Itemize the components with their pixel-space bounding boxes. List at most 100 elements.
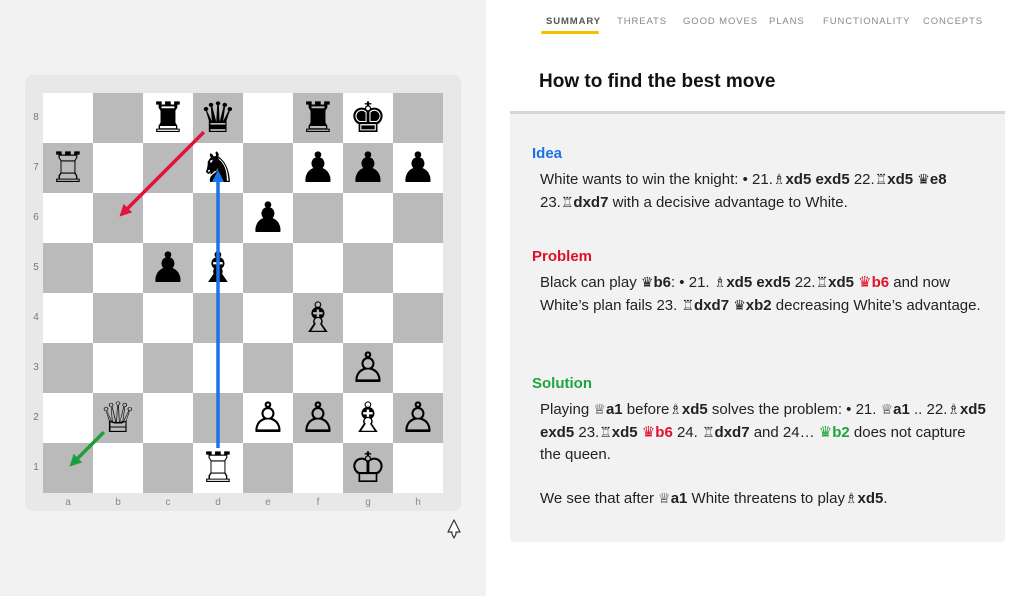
black-pawn-icon[interactable]: ♟ <box>349 147 387 189</box>
square-g4[interactable] <box>343 293 393 343</box>
square-a3[interactable] <box>43 343 93 393</box>
black-pawn-icon[interactable]: ♟ <box>249 197 287 239</box>
square-f5[interactable] <box>293 243 343 293</box>
square-g8[interactable]: ♚ <box>343 93 393 143</box>
square-g7[interactable]: ♟ <box>343 143 393 193</box>
square-b6[interactable] <box>93 193 143 243</box>
square-h6[interactable] <box>393 193 443 243</box>
square-b5[interactable] <box>93 243 143 293</box>
tab-threats[interactable]: THREATS <box>617 16 667 27</box>
square-c5[interactable]: ♟ <box>143 243 193 293</box>
file-label: e <box>265 497 271 508</box>
flip-board-icon[interactable] <box>446 519 462 539</box>
black-queen-icon[interactable]: ♛ <box>199 97 237 139</box>
square-h1[interactable] <box>393 443 443 493</box>
square-f8[interactable]: ♜ <box>293 93 343 143</box>
square-f2[interactable]: ♙ <box>293 393 343 443</box>
square-h5[interactable] <box>393 243 443 293</box>
move-notation: dxd7 <box>714 423 750 441</box>
move-notation: xd5 <box>726 274 753 291</box>
chess-board[interactable]: ♜ ♛ ♜ ♚ ♖ ♞ ♟ ♟ ♟ ♟ ♟ ♝ ♗ ♙ ♕ ♙ ♙ ♗ ♙ ♖ ♔ <box>43 93 443 493</box>
square-h7[interactable]: ♟ <box>393 143 443 193</box>
square-e7[interactable] <box>243 143 293 193</box>
tab-concepts[interactable]: CONCEPTS <box>923 16 983 27</box>
square-d2[interactable] <box>193 393 243 443</box>
black-rook-icon[interactable]: ♜ <box>299 97 337 139</box>
white-bishop-icon[interactable]: ♗ <box>299 297 337 339</box>
square-d5[interactable]: ♝ <box>193 243 243 293</box>
square-e1[interactable] <box>243 443 293 493</box>
square-d4[interactable] <box>193 293 243 343</box>
square-d6[interactable] <box>193 193 243 243</box>
active-tab-indicator <box>541 31 599 34</box>
square-f3[interactable] <box>293 343 343 393</box>
square-a2[interactable] <box>43 393 93 443</box>
white-queen-icon[interactable]: ♕ <box>99 397 137 439</box>
square-g1[interactable]: ♔ <box>343 443 393 493</box>
square-b2[interactable]: ♕ <box>93 393 143 443</box>
square-h2[interactable]: ♙ <box>393 393 443 443</box>
square-a7[interactable]: ♖ <box>43 143 93 193</box>
square-g3[interactable]: ♙ <box>343 343 393 393</box>
square-g5[interactable] <box>343 243 393 293</box>
square-c1[interactable] <box>143 443 193 493</box>
square-d7[interactable]: ♞ <box>193 143 243 193</box>
square-a6[interactable] <box>43 193 93 243</box>
square-h4[interactable] <box>393 293 443 343</box>
square-e8[interactable] <box>243 93 293 143</box>
piece-figurine-icon: ♖ <box>560 194 574 211</box>
white-rook-icon[interactable]: ♖ <box>199 447 237 489</box>
tab-functionality[interactable]: FUNCTIONALITY <box>823 16 910 27</box>
square-b1[interactable] <box>93 443 143 493</box>
square-a4[interactable] <box>43 293 93 343</box>
black-rook-icon[interactable]: ♜ <box>149 97 187 139</box>
white-bishop-icon[interactable]: ♗ <box>349 397 387 439</box>
square-f1[interactable] <box>293 443 343 493</box>
white-rook-icon[interactable]: ♖ <box>49 147 87 189</box>
square-b3[interactable] <box>93 343 143 393</box>
square-a8[interactable] <box>43 93 93 143</box>
square-g2[interactable]: ♗ <box>343 393 393 443</box>
tab-good-moves[interactable]: GOOD MOVES <box>683 16 758 27</box>
tab-plans[interactable]: PLANS <box>769 16 805 27</box>
square-d8[interactable]: ♛ <box>193 93 243 143</box>
square-e2[interactable]: ♙ <box>243 393 293 443</box>
square-b7[interactable] <box>93 143 143 193</box>
square-c6[interactable] <box>143 193 193 243</box>
white-king-icon[interactable]: ♔ <box>349 447 387 489</box>
square-c4[interactable] <box>143 293 193 343</box>
square-f7[interactable]: ♟ <box>293 143 343 193</box>
square-e3[interactable] <box>243 343 293 393</box>
black-bishop-icon[interactable]: ♝ <box>199 247 237 289</box>
move-notation: e8 <box>929 171 947 188</box>
square-e4[interactable] <box>243 293 293 343</box>
square-f6[interactable] <box>293 193 343 243</box>
square-b4[interactable] <box>93 293 143 343</box>
white-pawn-icon[interactable]: ♙ <box>399 397 437 439</box>
square-b8[interactable] <box>93 93 143 143</box>
square-e5[interactable] <box>243 243 293 293</box>
black-pawn-icon[interactable]: ♟ <box>399 147 437 189</box>
square-a1[interactable] <box>43 443 93 493</box>
white-pawn-icon[interactable]: ♙ <box>299 397 337 439</box>
square-d1[interactable]: ♖ <box>193 443 243 493</box>
square-h8[interactable] <box>393 93 443 143</box>
black-pawn-icon[interactable]: ♟ <box>149 247 187 289</box>
square-a5[interactable] <box>43 243 93 293</box>
white-pawn-icon[interactable]: ♙ <box>349 347 387 389</box>
square-c8[interactable]: ♜ <box>143 93 193 143</box>
square-c3[interactable] <box>143 343 193 393</box>
square-c2[interactable] <box>143 393 193 443</box>
black-knight-icon[interactable]: ♞ <box>199 147 237 189</box>
square-h3[interactable] <box>393 343 443 393</box>
square-c7[interactable] <box>143 143 193 193</box>
solution-title: Solution <box>532 375 592 392</box>
square-e6[interactable]: ♟ <box>243 193 293 243</box>
white-pawn-icon[interactable]: ♙ <box>249 397 287 439</box>
square-g6[interactable] <box>343 193 393 243</box>
black-king-icon[interactable]: ♚ <box>349 97 387 139</box>
tab-summary[interactable]: SUMMARY <box>546 16 601 27</box>
square-f4[interactable]: ♗ <box>293 293 343 343</box>
black-pawn-icon[interactable]: ♟ <box>299 147 337 189</box>
square-d3[interactable] <box>193 343 243 393</box>
